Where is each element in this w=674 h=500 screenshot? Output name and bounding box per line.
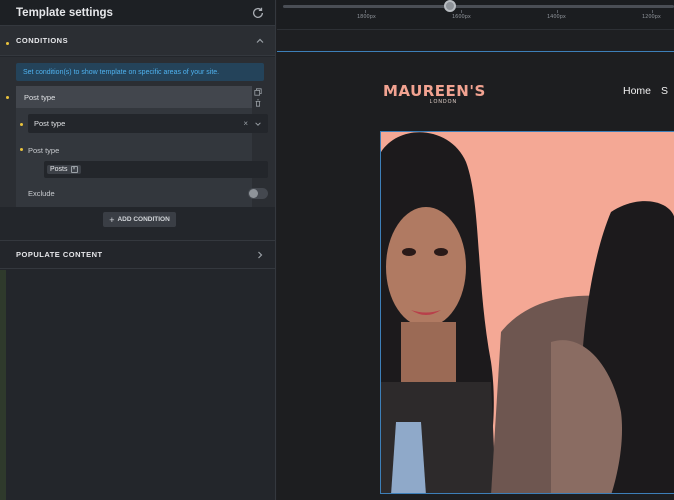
remove-tag-icon[interactable]: × — [70, 166, 78, 173]
exclude-toggle[interactable] — [248, 187, 268, 199]
site-logo[interactable]: MAUREEN'S LONDON — [383, 82, 486, 105]
ruler-tick: 1600px — [452, 14, 471, 20]
nav-item-home[interactable]: Home — [623, 85, 651, 97]
tick-line — [557, 10, 558, 13]
hero-image — [380, 131, 674, 494]
condition-card-header[interactable]: Post type — [16, 86, 252, 108]
hero-photo-illustration — [381, 132, 674, 493]
preview-canvas: MAUREEN'S LONDON Home S — [277, 31, 674, 500]
condition-card-title: Post type — [24, 92, 56, 102]
condition-card: Post type Post type × Post type Posts × — [16, 86, 268, 207]
template-settings-panel: Template settings CONDITIONS Set conditi… — [0, 0, 276, 500]
breakpoint-ruler: 1800px 1600px 1400px 1200px — [277, 0, 674, 30]
panel-header: Template settings — [0, 0, 275, 26]
conditions-body: Set condition(s) to show template on spe… — [0, 57, 275, 207]
exclude-row: Exclude — [28, 186, 268, 200]
post-type-multiselect[interactable]: Posts × — [44, 161, 268, 178]
duplicate-icon[interactable] — [254, 87, 262, 96]
populate-content-section[interactable]: POPULATE CONTENT — [0, 240, 275, 269]
refresh-icon[interactable] — [251, 6, 265, 20]
tick-line — [365, 10, 366, 13]
conditions-section-toggle[interactable]: CONDITIONS — [0, 26, 275, 56]
nav-item-partial[interactable]: S — [661, 85, 668, 97]
conditions-label: CONDITIONS — [16, 36, 69, 45]
notice-text: Set condition(s) to show template on spe… — [23, 68, 220, 76]
ruler-handle[interactable] — [444, 0, 456, 12]
plus-icon: + — [109, 214, 115, 225]
site-nav: Home S — [623, 85, 668, 97]
post-type-tag: Posts × — [47, 165, 81, 174]
ruler-tick: 1200px — [642, 14, 661, 20]
tick-line — [461, 10, 462, 13]
exclude-label: Exclude — [28, 188, 55, 198]
ruler-tick: 1800px — [357, 14, 376, 20]
add-condition-label: ADD CONDITION — [117, 216, 170, 223]
tag-label: Posts — [50, 166, 68, 173]
conditions-notice: Set condition(s) to show template on spe… — [16, 63, 264, 81]
select-value: Post type — [34, 119, 66, 128]
post-type-label: Post type — [28, 146, 60, 155]
add-condition-button[interactable]: + ADD CONDITION — [103, 212, 176, 227]
chevron-down-icon[interactable] — [254, 120, 262, 128]
app-root: Template settings CONDITIONS Set conditi… — [0, 0, 674, 500]
populate-content-label: POPULATE CONTENT — [16, 250, 103, 259]
site-frame: MAUREEN'S LONDON Home S — [277, 51, 674, 500]
chevron-right-icon — [258, 251, 263, 258]
trash-icon[interactable] — [254, 98, 262, 107]
condition-tools — [252, 86, 264, 108]
panel-title: Template settings — [16, 6, 113, 19]
background-strip — [0, 270, 6, 500]
ruler-tick: 1400px — [547, 14, 566, 20]
select-indicator-dot — [20, 123, 23, 126]
card-indicator-dot — [6, 96, 9, 99]
ruler-track[interactable] — [283, 5, 674, 8]
label-indicator-dot — [20, 148, 23, 151]
tick-line — [652, 10, 653, 13]
logo-text: MAUREEN'S — [383, 82, 486, 100]
condition-type-select[interactable]: Post type × — [28, 114, 268, 133]
chevron-up-icon — [256, 38, 264, 43]
clear-icon[interactable]: × — [243, 119, 248, 128]
section-indicator-dot — [6, 42, 9, 45]
